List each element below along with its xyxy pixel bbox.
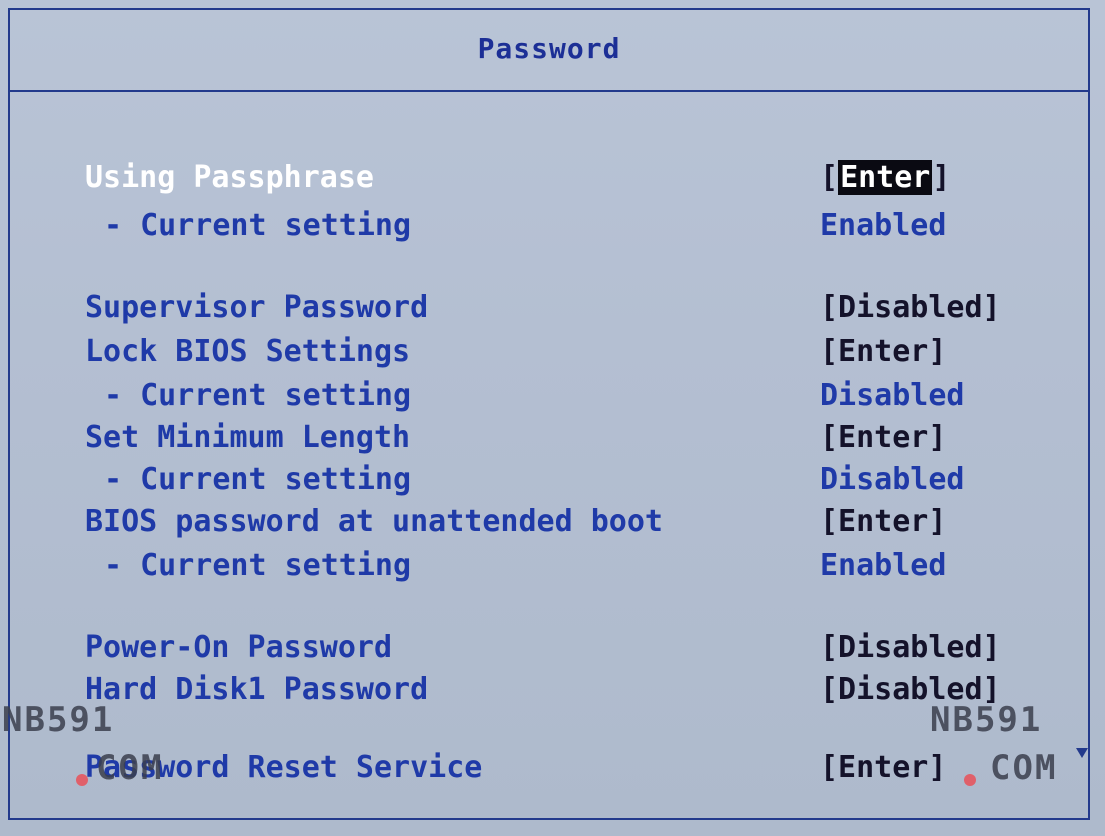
menu-item-label: - Current setting [104,208,412,243]
menu-item-value[interactable]: [Disabled] [820,630,1001,665]
menu-item-current-setting: - Current setting Disabled [0,462,1105,502]
setting-state: Enabled [820,548,947,583]
menu-item-bios-password-unattended-boot[interactable]: BIOS password at unattended boot [Enter] [0,504,1105,544]
menu-item-value[interactable]: [Enter] [820,504,946,539]
menu-item-label: - Current setting [104,462,412,497]
menu-item-current-setting: - Current setting Enabled [0,208,1105,248]
menu-item-label: - Current setting [104,378,412,413]
menu-item-label: Lock BIOS Settings [85,334,411,369]
menu-item-password-reset-service[interactable]: Password Reset Service [Enter] [0,750,1105,790]
setting-state: Disabled [820,462,965,497]
menu-item-current-setting: - Current setting Disabled [0,378,1105,418]
watermark-logo-left-sub: COM [96,748,164,788]
menu-item-label: Supervisor Password [85,290,429,325]
watermark-dot-icon [964,774,976,786]
watermark-dot-icon [76,774,88,786]
menu-item-label: Power-On Password [85,630,393,665]
menu-item-value[interactable]: [Enter] [820,750,946,785]
bracket-open: [ [820,160,839,195]
menu-item-value[interactable]: [Enter] [820,334,946,369]
menu-item-label: Hard Disk1 Password [85,672,429,707]
menu-item-current-setting: - Current setting Enabled [0,548,1105,588]
menu-item-label: BIOS password at unattended boot [85,504,663,539]
menu-item-power-on-password[interactable]: Power-On Password [Disabled] [0,630,1105,670]
title-bar: Password [10,10,1088,92]
menu-item-value[interactable]: [Enter] [820,160,950,195]
menu-item-set-minimum-length[interactable]: Set Minimum Length [Enter] [0,420,1105,460]
bios-screen: Password Using Passphrase [Enter] - Curr… [0,0,1105,836]
menu-item-label: Set Minimum Length [85,420,411,455]
menu-item-value[interactable]: [Disabled] [820,290,1001,325]
bracket-close: ] [932,160,951,195]
menu-item-lock-bios-settings[interactable]: Lock BIOS Settings [Enter] [0,334,1105,374]
menu-item-value[interactable]: [Enter] [820,420,946,455]
menu-item-label: Using Passphrase [85,160,374,195]
page-title: Password [477,32,621,65]
menu-item-label: - Current setting [104,548,412,583]
watermark-logo-right-sub: COM [990,748,1058,788]
menu-item-supervisor-password[interactable]: Supervisor Password [Disabled] [0,290,1105,330]
menu-item-using-passphrase[interactable]: Using Passphrase [Enter] [0,160,1105,200]
selection-highlight: Enter [838,160,933,195]
watermark-logo-right: NB591 [930,700,1043,740]
watermark-logo-left: NB591 [2,700,115,740]
setting-state: Disabled [820,378,965,413]
setting-state: Enabled [820,208,947,243]
